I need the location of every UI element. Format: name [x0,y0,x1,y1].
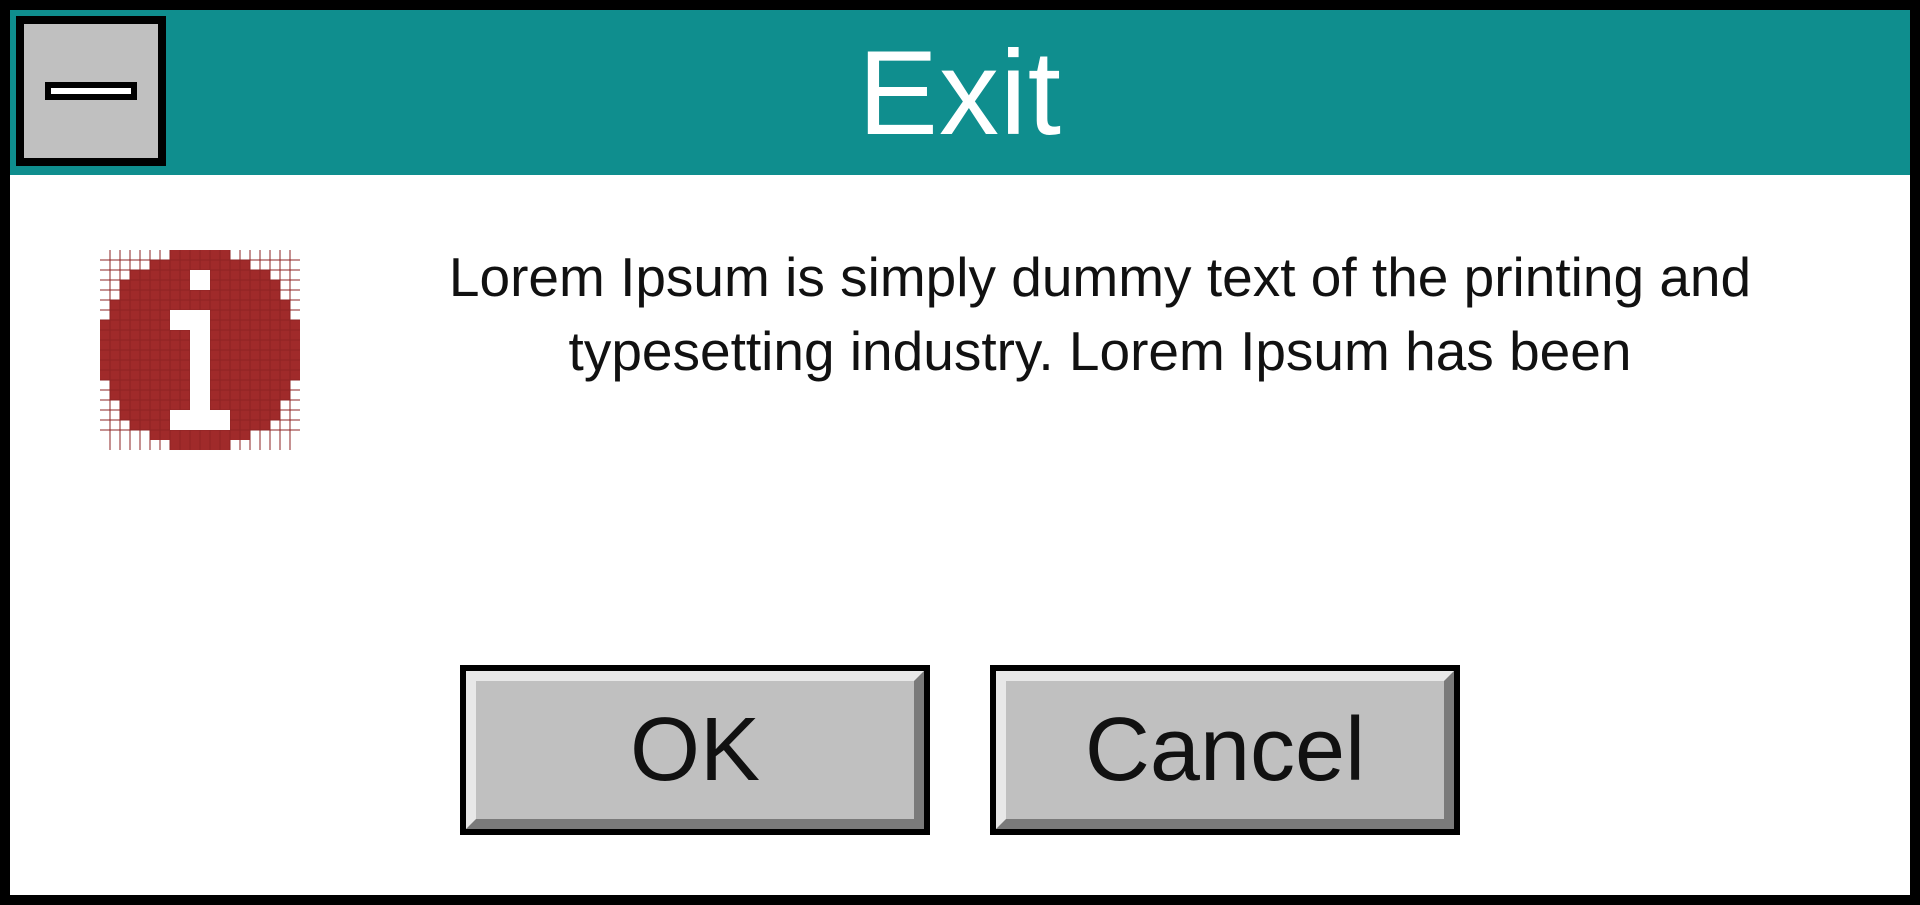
ok-button[interactable]: OK [460,665,930,835]
info-icon [90,240,310,460]
exit-dialog: Exit [0,0,1920,905]
ok-button-label: OK [630,699,760,802]
button-row: OK Cancel [50,665,1870,835]
window-title: Exit [10,24,1910,162]
system-menu-button[interactable] [16,16,166,166]
titlebar: Exit [10,10,1910,175]
message-text: Lorem Ipsum is simply dummy text of the … [370,240,1830,389]
dialog-body: Lorem Ipsum is simply dummy text of the … [10,175,1910,895]
cancel-button[interactable]: Cancel [990,665,1460,835]
cancel-button-label: Cancel [1085,699,1365,802]
minimize-icon [45,82,137,100]
message-row: Lorem Ipsum is simply dummy text of the … [50,225,1870,665]
